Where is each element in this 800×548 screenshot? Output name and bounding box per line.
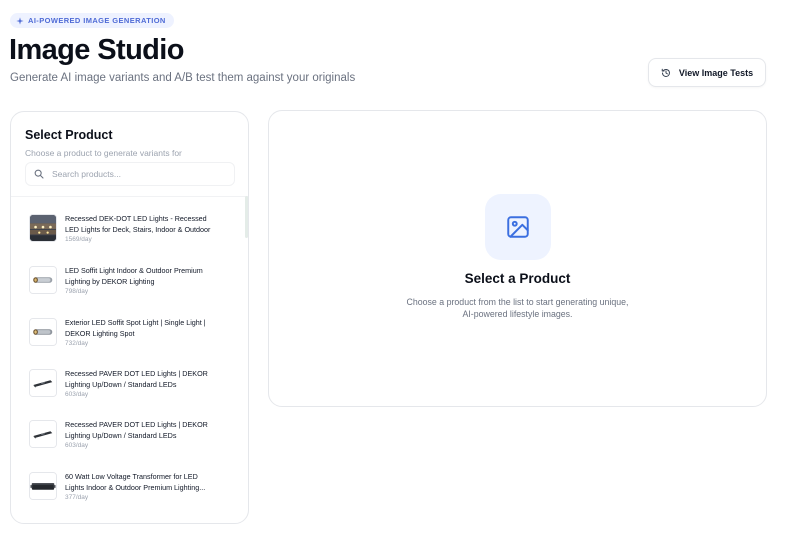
history-icon: [661, 68, 671, 78]
product-views-per-day: 1569/day: [65, 236, 92, 243]
product-list-item[interactable]: Recessed DEK-DOT LED Lights - Recessed L…: [11, 214, 243, 265]
empty-state-icon-container: [485, 194, 551, 260]
page-subtitle: Generate AI image variants and A/B test …: [10, 72, 356, 84]
empty-state-line-2: AI-powered lifestyle images.: [462, 309, 573, 319]
product-search-input[interactable]: [52, 169, 222, 179]
empty-state-description: Choose a product from the list to start …: [269, 296, 766, 320]
paver-light-icon: [29, 369, 57, 397]
search-icon: [34, 169, 44, 179]
view-image-tests-label: View Image Tests: [678, 67, 754, 78]
product-views-per-day: 798/day: [65, 288, 89, 295]
product-list-item[interactable]: Recessed PAVER DOT LED Lights | DEKOR Li…: [11, 420, 243, 471]
paver-light-icon: [29, 420, 57, 448]
empty-state-line-1: Choose a product from the list to start …: [406, 297, 629, 307]
empty-state-title: Select a Product: [464, 271, 571, 286]
ai-badge-label: AI-POWERED IMAGE GENERATION: [28, 16, 166, 25]
product-list: Recessed DEK-DOT LED Lights - Recessed L…: [11, 196, 248, 524]
product-name: 60 Watt Low Voltage Transformer for LED …: [65, 472, 206, 492]
product-list-item[interactable]: Exterior LED Soffit Spot Light | Single …: [11, 318, 243, 369]
product-list-scrollbar[interactable]: [245, 196, 248, 238]
product-name: LED Soffit Light Indoor & Outdoor Premiu…: [65, 266, 203, 286]
product-list-item[interactable]: Recessed PAVER DOT LED Lights | DEKOR Li…: [11, 369, 243, 420]
product-views-per-day: 603/day: [65, 442, 89, 449]
product-views-per-day: 377/day: [65, 494, 89, 501]
product-list-item[interactable]: 60 Watt Low Voltage Transformer for LED …: [11, 472, 243, 523]
image-preview-panel: Select a Product Choose a product from t…: [268, 110, 767, 407]
product-name: Recessed DEK-DOT LED Lights - Recessed L…: [65, 214, 211, 234]
sparkle-icon: [16, 16, 24, 25]
product-thumbnail: [29, 523, 57, 524]
product-list-item[interactable]: [11, 523, 243, 524]
product-name: Exterior LED Soffit Spot Light | Single …: [65, 318, 206, 338]
page-title: Image Studio: [9, 34, 184, 66]
image-icon: [505, 214, 531, 240]
product-panel-subtitle: Choose a product to generate variants fo…: [25, 148, 182, 158]
product-search-box: [25, 162, 235, 186]
ai-badge: AI-POWERED IMAGE GENERATION: [10, 13, 174, 28]
view-image-tests-button[interactable]: View Image Tests: [648, 58, 766, 87]
deck-lights-photo-icon: [29, 214, 57, 242]
soffit-spot-icon: [29, 318, 57, 346]
product-name: Recessed PAVER DOT LED Lights | DEKOR Li…: [65, 369, 208, 389]
product-name: Recessed PAVER DOT LED Lights | DEKOR Li…: [65, 420, 208, 440]
product-panel-title: Select Product: [25, 128, 113, 142]
product-selector-panel: Select Product Choose a product to gener…: [10, 111, 249, 524]
product-list-item[interactable]: LED Soffit Light Indoor & Outdoor Premiu…: [11, 266, 243, 317]
product-views-per-day: 732/day: [65, 340, 89, 347]
soffit-light-icon: [29, 266, 57, 294]
product-views-per-day: 603/day: [65, 391, 89, 398]
transformer-icon: [29, 472, 57, 500]
